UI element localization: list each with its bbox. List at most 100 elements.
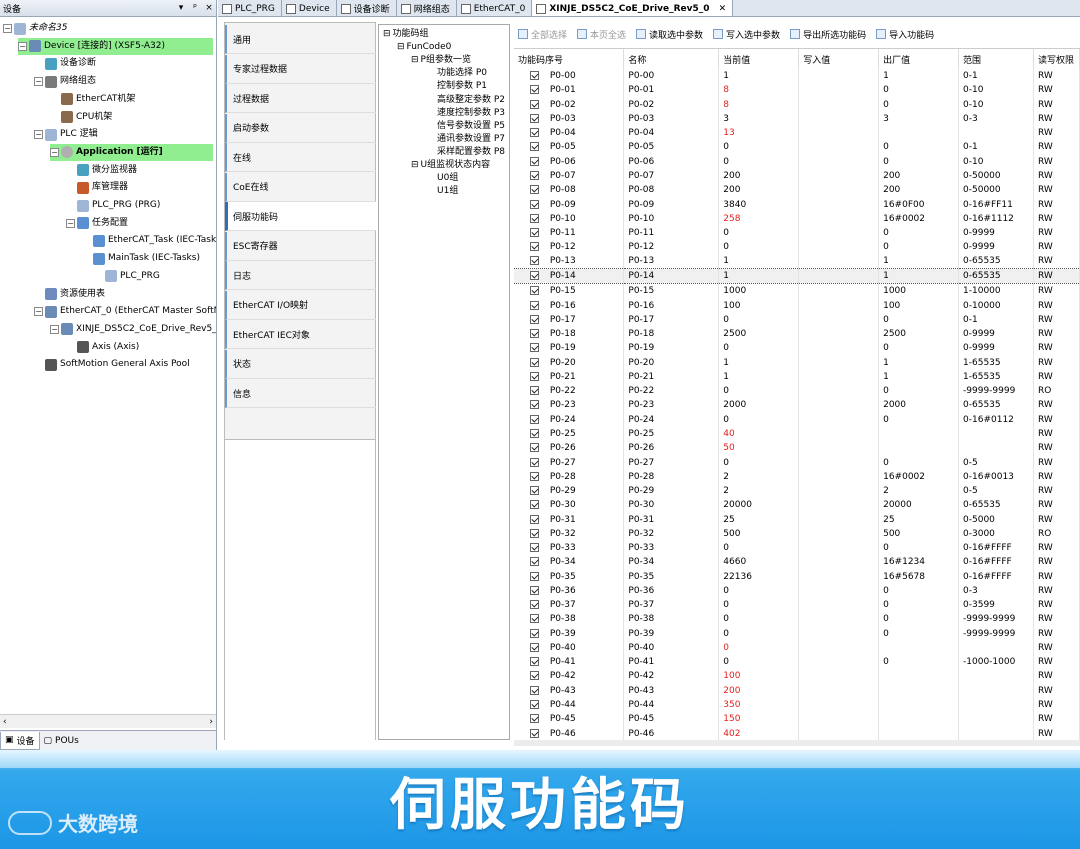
func-tree-node[interactable]: 采样配置参数 P8 [437,146,505,159]
write-value[interactable] [798,298,880,313]
nav-item[interactable]: 伺服功能码 [225,202,376,231]
write-value[interactable] [798,384,880,399]
write-value[interactable] [798,669,880,684]
write-value[interactable] [798,197,880,212]
row-select-cell[interactable]: P0-18 [514,326,625,342]
write-value[interactable] [798,441,880,456]
row-checkbox[interactable] [530,371,539,381]
write-value[interactable] [798,268,880,285]
nav-item[interactable]: ESC寄存器 [225,231,376,261]
table-row[interactable]: P0-40 P0-40 0 RW [514,640,1080,656]
column-header[interactable]: 当前值 [718,49,800,69]
column-header[interactable]: 写入值 [798,49,880,69]
row-checkbox[interactable] [530,286,539,296]
write-value[interactable] [798,540,880,556]
table-row[interactable]: P0-02 P0-02 8 0 0-10 RW [514,97,1080,112]
row-checkbox[interactable] [530,628,539,638]
write-value[interactable] [798,283,880,299]
table-row[interactable]: P0-06 P0-06 0 0 0-10 RW [514,154,1080,169]
tree-node[interactable]: − XINJE_DS5C2_CoE_Drive_Rev5_0 [50,321,216,338]
row-checkbox[interactable] [530,543,539,553]
tree-node[interactable]: − EtherCAT_0 (EtherCAT Master SoftMot [34,303,216,320]
tree-node[interactable]: −PLC_PRG (PRG) [66,197,160,214]
table-row[interactable]: P0-32 P0-32 500 500 0-3000 RO [514,526,1080,541]
table-row[interactable]: P0-13 P0-13 1 1 0-65535 RW [514,254,1080,269]
write-value[interactable] [798,254,880,269]
write-value[interactable] [798,569,880,584]
tree-node[interactable]: − 未命名35 [3,20,67,37]
expand-icon[interactable]: − [18,41,27,51]
func-tree-node[interactable]: 高级整定参数 P2 [437,94,505,107]
table-row[interactable]: P0-31 P0-31 25 25 0-5000 RW [514,512,1080,527]
tab--[interactable]: 设备诊断 [337,0,397,16]
row-select-cell[interactable]: P0-09 [514,197,625,212]
tree-node[interactable]: −EtherCAT机架 [50,91,135,108]
table-row[interactable]: P0-20 P0-20 1 1 1-65535 RW [514,355,1080,370]
func-tree-node[interactable]: ⊟ U组监视状态内容 [411,159,490,172]
write-value[interactable] [798,398,880,413]
func-tree-node[interactable]: 功能选择 P0 [437,67,487,80]
row-checkbox[interactable] [530,113,539,123]
func-tree-node[interactable]: 信号参数设置 P5 [437,120,505,133]
tree-node[interactable]: − 网络组态 [34,73,96,90]
expand-icon[interactable]: ⊟ [411,160,419,170]
table-row[interactable]: P0-33 P0-33 0 0 0-16#FFFF RW [514,540,1080,556]
table-row[interactable]: P0-00 P0-00 1 1 0-1 RW [514,69,1080,84]
row-select-cell[interactable]: P0-39 [514,626,625,641]
write-value[interactable] [798,154,880,169]
table-row[interactable]: P0-03 P0-03 3 3 0-3 RW [514,111,1080,127]
row-checkbox[interactable] [530,528,539,538]
tree-node[interactable]: −设备诊断 [34,55,96,72]
row-checkbox[interactable] [530,343,539,353]
row-select-cell[interactable]: P0-44 [514,697,625,713]
expand-icon[interactable]: ⊟ [411,55,419,65]
nav-item[interactable]: 专家过程数据 [225,54,376,84]
row-checkbox[interactable] [530,471,539,481]
row-checkbox[interactable] [530,400,539,410]
row-select-cell[interactable]: P0-31 [514,512,625,527]
nav-item[interactable]: 在线 [225,143,376,172]
table-row[interactable]: P0-35 P0-35 22136 16#5678 0-16#FFFF RW [514,569,1080,584]
table-row[interactable]: P0-29 P0-29 2 2 0-5 RW [514,483,1080,499]
nav-item[interactable]: 通用 [225,25,376,54]
row-checkbox[interactable] [530,300,539,310]
row-checkbox[interactable] [530,700,539,710]
expand-icon[interactable]: − [34,307,43,317]
table-row[interactable]: P0-43 P0-43 200 RW [514,683,1080,698]
nav-item[interactable]: EtherCAT IEC对象 [225,320,376,349]
write-value[interactable] [798,697,880,713]
row-checkbox[interactable] [530,85,539,95]
write-value[interactable] [798,412,880,427]
row-checkbox[interactable] [530,657,539,667]
row-select-cell[interactable]: P0-29 [514,483,625,499]
write-value[interactable] [798,225,880,241]
write-value[interactable] [798,498,880,513]
read-param-button[interactable]: 读取选中参数 [632,25,707,43]
import-button[interactable]: 导入功能码 [872,25,938,43]
row-select-cell[interactable]: P0-25 [514,426,625,442]
column-header[interactable]: 读写权限 [1033,49,1080,69]
horizontal-scrollbar[interactable]: ‹ › [0,714,216,728]
func-tree-node[interactable]: U1组 [437,185,458,198]
row-select-cell[interactable]: P0-07 [514,168,625,184]
expand-icon[interactable]: ⊟ [383,29,391,39]
write-value[interactable] [798,612,880,627]
write-value[interactable] [798,168,880,184]
write-value[interactable] [798,455,880,470]
table-row[interactable]: P0-23 P0-23 2000 2000 0-65535 RW [514,398,1080,413]
row-checkbox[interactable] [530,357,539,367]
row-checkbox[interactable] [530,71,539,81]
write-value[interactable] [798,126,880,141]
row-checkbox[interactable] [530,386,539,396]
row-select-cell[interactable]: P0-24 [514,412,625,427]
close-icon[interactable]: × [202,3,216,13]
table-row[interactable]: P0-01 P0-01 8 0 0-10 RW [514,83,1080,98]
table-row[interactable]: P0-07 P0-07 200 200 0-50000 RW [514,168,1080,184]
row-checkbox[interactable] [530,228,539,238]
row-checkbox[interactable] [530,714,539,724]
func-tree-node[interactable]: ⊟ 功能码组 [383,28,429,41]
expand-icon[interactable]: − [34,130,43,140]
table-row[interactable]: P0-19 P0-19 0 0 0-9999 RW [514,341,1080,356]
row-select-cell[interactable]: P0-26 [514,441,625,456]
row-select-cell[interactable]: P0-08 [514,183,625,198]
